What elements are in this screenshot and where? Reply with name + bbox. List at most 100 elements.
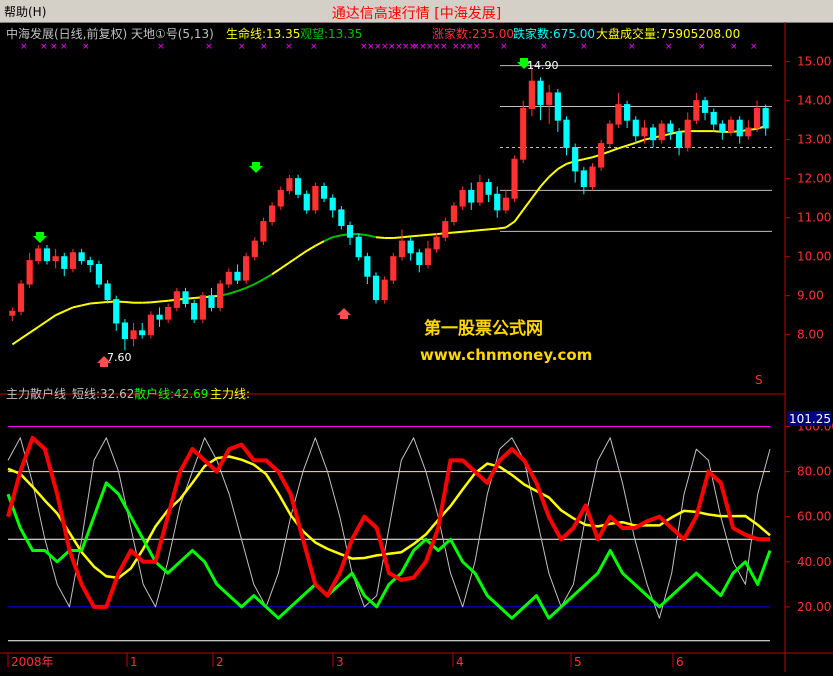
lower-ytick-label: 60.00 bbox=[797, 510, 831, 524]
candle-body bbox=[754, 109, 759, 129]
signal-mark: × bbox=[260, 42, 268, 52]
life-line-segment bbox=[324, 237, 333, 241]
candle-body bbox=[399, 241, 404, 257]
life-line-segment bbox=[506, 222, 515, 228]
candle-body bbox=[633, 120, 638, 136]
candle-body bbox=[105, 284, 110, 300]
candle-body bbox=[737, 120, 742, 136]
upper-ytick-label: 12.00 bbox=[797, 172, 831, 186]
life-line-segment bbox=[229, 291, 238, 294]
x-axis: 2008年123456 bbox=[8, 653, 684, 669]
chart-area[interactable]: 中海发展(日线,前复权) 天地①号(5,13) 生命线:13.35 观望:13.… bbox=[0, 22, 833, 672]
candle-body bbox=[140, 331, 145, 335]
short-line bbox=[8, 438, 770, 618]
upper-ytick-label: 15.00 bbox=[797, 55, 831, 69]
candle-body bbox=[651, 128, 656, 140]
candle-body bbox=[347, 226, 352, 238]
candle-body bbox=[304, 194, 309, 210]
candle-body bbox=[365, 257, 370, 277]
signal-marks: ×××××××××××××××××××××××××××××××××××× bbox=[20, 42, 758, 52]
xtick-label: 1 bbox=[130, 655, 138, 669]
life-line-segment bbox=[471, 230, 480, 231]
signal-mark: × bbox=[750, 42, 758, 52]
life-line-segment bbox=[333, 235, 342, 237]
life-line-segment bbox=[411, 236, 420, 237]
life-line-segment bbox=[263, 274, 272, 279]
signal-mark: × bbox=[730, 42, 738, 52]
candle-body bbox=[192, 304, 197, 320]
candle-body bbox=[373, 276, 378, 299]
candle-body bbox=[339, 210, 344, 226]
life-line-segment bbox=[90, 303, 99, 304]
life-line-segment bbox=[30, 327, 39, 333]
candle-body bbox=[226, 272, 231, 284]
xtick-label: 2008年 bbox=[11, 655, 54, 669]
life-line bbox=[12, 126, 765, 344]
candle-body bbox=[62, 257, 67, 269]
life-line-segment bbox=[497, 227, 506, 228]
life-line-segment bbox=[454, 232, 463, 233]
signal-mark: × bbox=[60, 42, 68, 52]
candle-body bbox=[183, 292, 188, 304]
lower-title: 主力散户线 bbox=[6, 386, 66, 401]
candle-body bbox=[486, 183, 491, 195]
menu-bar: 帮助(H) 通达信高速行情 [中海发展] bbox=[0, 0, 833, 23]
life-line-segment bbox=[523, 198, 532, 210]
upper-y-axis: 15.0014.0013.0012.0011.0010.009.008.00 bbox=[785, 55, 831, 342]
candle-body bbox=[270, 206, 275, 222]
retail-line bbox=[8, 438, 770, 607]
candle-body bbox=[581, 171, 586, 187]
life-line-segment bbox=[237, 288, 246, 291]
candle-body bbox=[356, 237, 361, 257]
candle-body bbox=[295, 179, 300, 195]
signal-mark: × bbox=[310, 42, 318, 52]
low-label: 7.60 bbox=[107, 351, 132, 364]
candle-body bbox=[668, 124, 673, 132]
signal-mark: × bbox=[205, 42, 213, 52]
signal-mark: × bbox=[238, 42, 246, 52]
life-line-segment bbox=[610, 148, 619, 151]
life-line-segment bbox=[298, 251, 307, 257]
candle-body bbox=[313, 187, 318, 210]
candle-body bbox=[382, 280, 387, 300]
candle-body bbox=[79, 253, 84, 261]
signal-mark: × bbox=[665, 42, 673, 52]
candle-body bbox=[521, 109, 526, 160]
watch-label: 观望:13.35 bbox=[300, 27, 362, 41]
candle-body bbox=[538, 81, 543, 104]
buy-arrow-icon bbox=[337, 308, 351, 319]
life-line-segment bbox=[272, 268, 281, 274]
candle-body bbox=[261, 222, 266, 242]
candle-body bbox=[157, 315, 162, 319]
candle-body bbox=[425, 249, 430, 265]
xtick-label: 5 bbox=[574, 655, 582, 669]
candle-body bbox=[321, 187, 326, 199]
upper-ytick-label: 8.00 bbox=[797, 328, 824, 342]
signal-mark: × bbox=[20, 42, 28, 52]
main-line-label: 主力线: bbox=[210, 387, 250, 401]
candle-body bbox=[763, 109, 768, 129]
signal-mark: × bbox=[580, 42, 588, 52]
high-label: 14.90 bbox=[527, 59, 559, 72]
candle-body bbox=[36, 249, 41, 261]
s-marker: S bbox=[755, 373, 763, 387]
candle-body bbox=[642, 128, 647, 136]
life-line-segment bbox=[636, 140, 645, 143]
life-line-segment bbox=[627, 143, 636, 146]
upper-ytick-label: 9.00 bbox=[797, 289, 824, 303]
life-line-segment bbox=[402, 236, 411, 237]
life-line-segment bbox=[367, 235, 376, 237]
candle-body bbox=[477, 183, 482, 203]
candlestick-chart[interactable]: 中海发展(日线,前复权) 天地①号(5,13) 生命线:13.35 观望:13.… bbox=[0, 22, 833, 672]
life-line-segment bbox=[281, 263, 290, 269]
life-line-segment bbox=[160, 301, 169, 302]
short-line-label: 短线:32.62 bbox=[72, 387, 134, 401]
candle-body bbox=[287, 179, 292, 191]
candle-body bbox=[443, 222, 448, 238]
life-line-segment bbox=[393, 237, 402, 238]
signal-mark: × bbox=[540, 42, 548, 52]
candle-body bbox=[408, 241, 413, 253]
life-line-segment bbox=[125, 302, 134, 303]
candle-body bbox=[209, 296, 214, 308]
life-line-segment bbox=[419, 235, 428, 236]
